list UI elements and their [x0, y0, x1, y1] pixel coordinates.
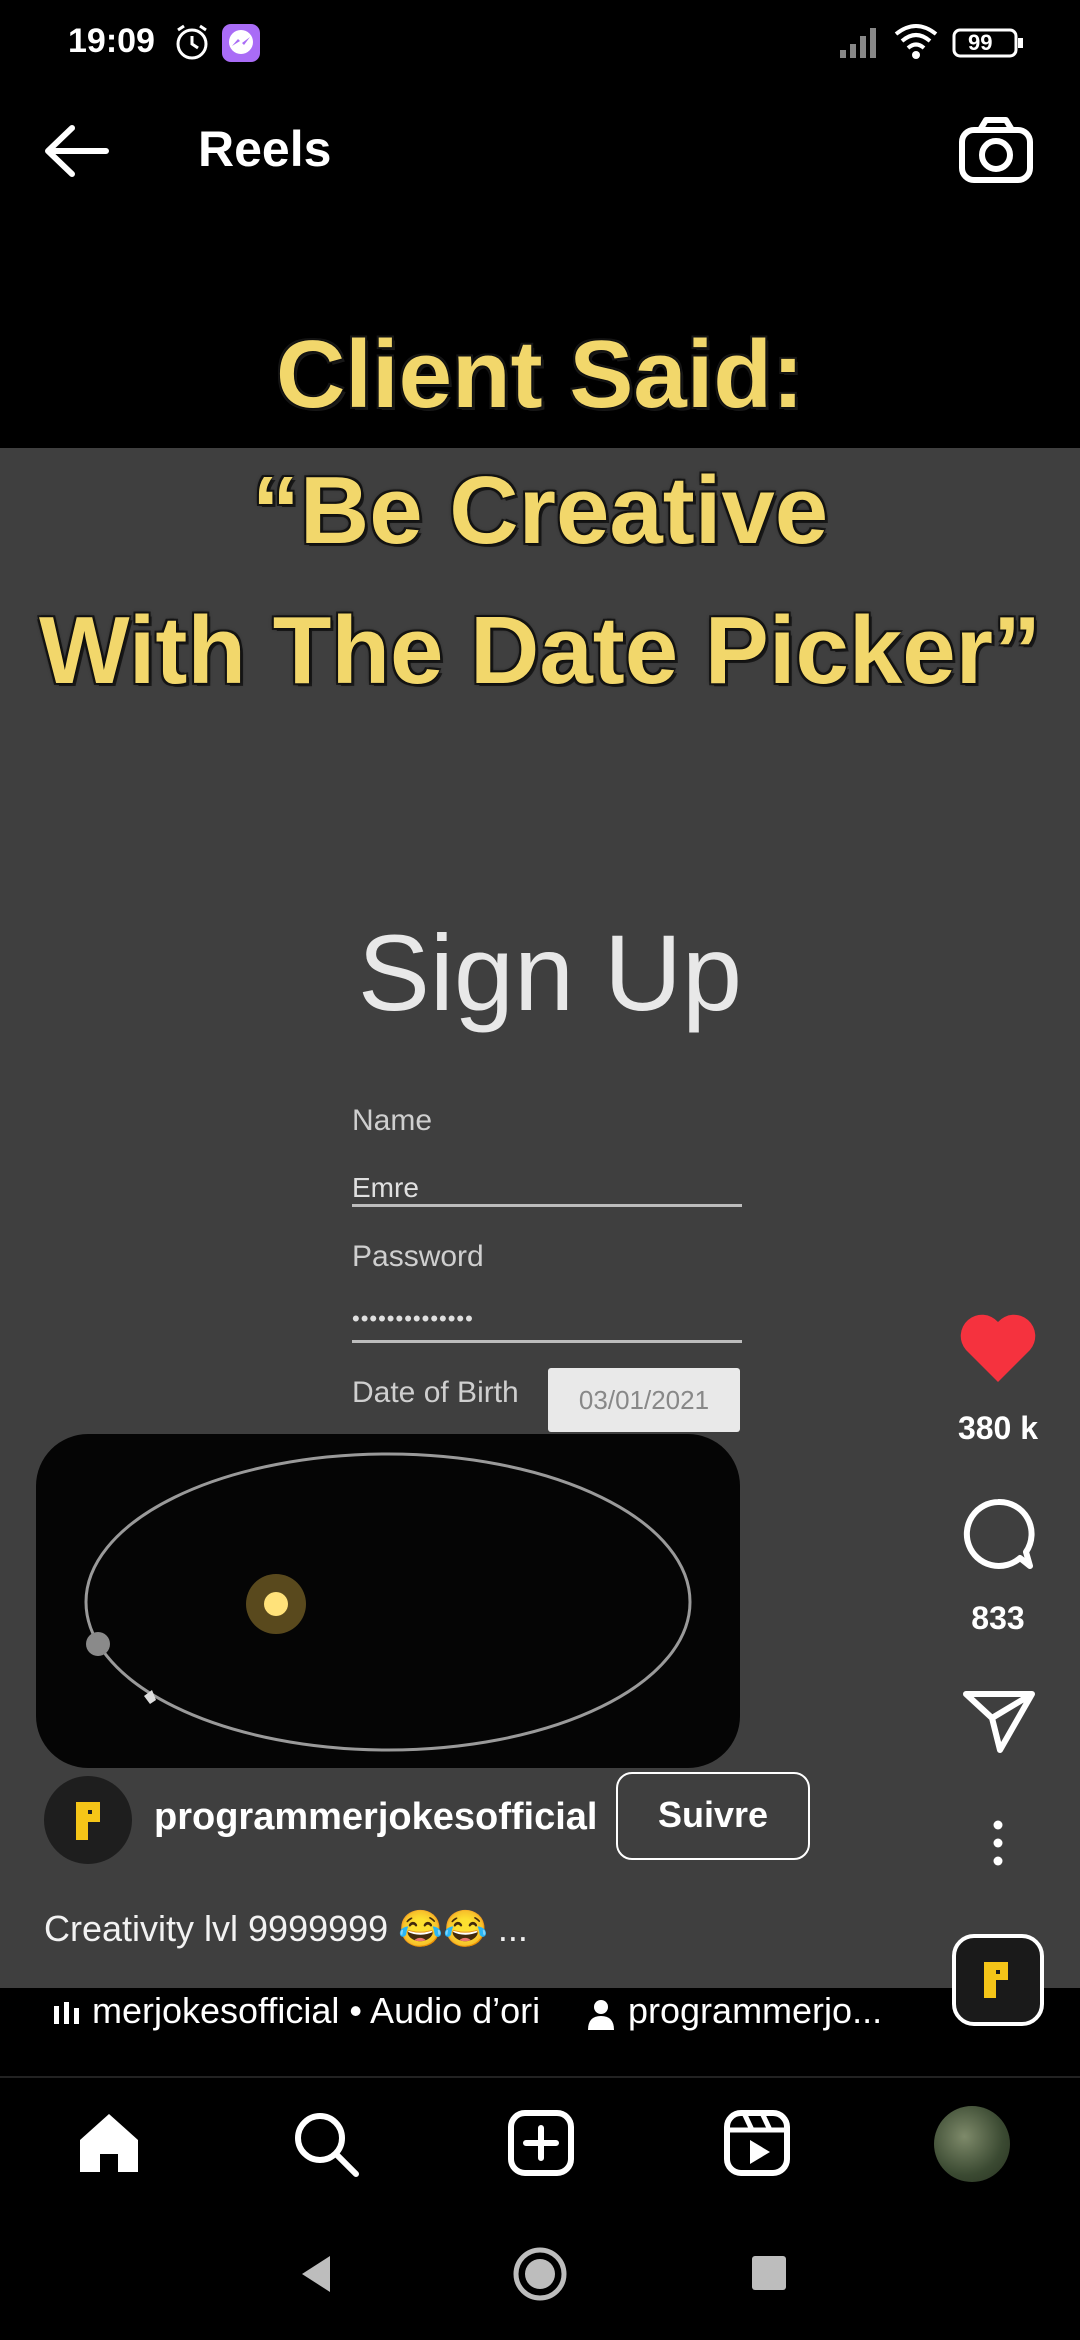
page-title: Reels: [198, 121, 332, 177]
video-dob-value: 03/01/2021: [548, 1368, 740, 1432]
video-name-value: Emre: [352, 1172, 419, 1203]
video-orbit-date-picker: [36, 1434, 740, 1768]
audio-equalizer-icon: [54, 2002, 79, 2024]
reels-icon[interactable]: [722, 2108, 792, 2178]
video-signup-title: Sign Up: [357, 912, 743, 1033]
signal-icon: [840, 28, 876, 58]
video-name-label: Name: [352, 1104, 433, 1137]
system-recents-icon[interactable]: [752, 2256, 786, 2290]
person-tag-icon: [588, 2000, 614, 2030]
author-username[interactable]: programmerjokesofficial: [154, 1796, 597, 1839]
profile-avatar[interactable]: [934, 2106, 1010, 2182]
back-arrow-icon[interactable]: [40, 118, 112, 184]
home-icon[interactable]: [74, 2110, 144, 2176]
brand-logo-icon: [76, 1802, 100, 1840]
comment-count: 833: [971, 1600, 1025, 1636]
messenger-icon: [222, 24, 260, 62]
video-password-value: ••••••••••••••: [352, 1306, 474, 1331]
camera-icon[interactable]: [956, 112, 1036, 188]
wifi-icon: [894, 24, 938, 59]
video-password-underline: [352, 1340, 742, 1343]
search-icon[interactable]: [290, 2108, 360, 2178]
system-back-icon[interactable]: [296, 2252, 336, 2296]
overlay-text-line-2: “Be Creative: [251, 457, 829, 564]
like-heart-icon[interactable]: [958, 1312, 1038, 1384]
comment-icon[interactable]: [960, 1496, 1036, 1572]
share-send-icon[interactable]: [962, 1688, 1036, 1754]
follow-button[interactable]: Suivre: [616, 1772, 810, 1860]
battery-indicator: 99: [952, 28, 1026, 58]
system-home-icon[interactable]: [512, 2246, 568, 2302]
battery-level: 99: [968, 30, 993, 55]
overlay-text-line-3: With The Date Picker”: [38, 597, 1042, 704]
alarm-icon: [176, 24, 208, 60]
post-caption[interactable]: Creativity lvl 9999999 😂😂 ...: [44, 1908, 528, 1950]
tagged-user[interactable]: programmerjo...: [628, 1990, 882, 2032]
author-avatar[interactable]: [44, 1776, 132, 1864]
create-post-icon[interactable]: [506, 2108, 576, 2178]
status-time: 19:09: [68, 22, 155, 60]
more-options-icon[interactable]: [980, 1818, 1016, 1868]
overlay-text-line-1: Client Said:: [275, 321, 805, 428]
audio-track-text[interactable]: merjokesofficial • Audio d’ori: [92, 1990, 572, 2032]
video-password-label: Password: [352, 1240, 484, 1273]
like-count: 380 k: [957, 1410, 1039, 1446]
video-name-underline: [352, 1204, 742, 1207]
video-dob-label: Date of Birth: [352, 1376, 519, 1409]
orbit-graphic: [84, 1452, 692, 1752]
